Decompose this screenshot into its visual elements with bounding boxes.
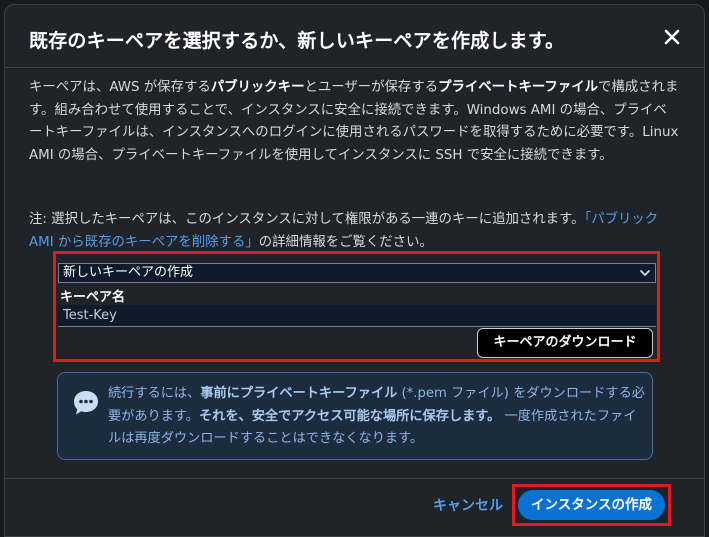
dialog-header: 既存のキーペアを選択するか、新しいキーペアを作成します。 [5,5,704,68]
close-icon [664,29,680,45]
dialog-title: 既存のキーペアを選択するか、新しいキーペアを作成します。 [29,30,565,52]
highlight-frame-primary: インスタンスの作成 [512,484,671,526]
note-paragraph: 注: 選択したキーペアは、このインスタンスに対して権限がある一連のキーに追加され… [29,209,679,254]
info-alert: 続行するには、事前にプライベートキーファイル (*.pem ファイル) をダウン… [57,372,653,460]
intro-paragraph: キーペアは、AWS が保存するパブリックキーとユーザーが保存するプライベートキー… [29,77,679,167]
key-pair-dialog: 既存のキーペアを選択するか、新しいキーペアを作成します。 キーペアは、AWS が… [4,4,705,537]
intro-text-1: キーペアは、AWS が保存する [29,80,211,95]
intro-text-2: とユーザーが保存する [304,80,439,95]
cancel-button[interactable]: キャンセル [433,495,503,515]
chevron-down-icon [640,270,650,277]
footer-divider [5,478,704,479]
note-text-1: 注: 選択したキーペアは、このインスタンスに対して権限がある一連のキーに追加され… [29,212,585,227]
alert-text-1: 続行するには、 [108,386,201,401]
intro-bold-public-key: パブリックキー [210,80,305,95]
download-key-pair-button[interactable]: キーペアのダウンロード [477,328,653,358]
key-pair-name-label: キーペア名 [60,290,126,305]
alert-bold-2: それを、安全でアクセス可能な場所に保存します。 [199,408,501,424]
key-pair-select[interactable]: 新しいキーペアの作成 [58,263,656,283]
info-chat-icon [74,391,98,415]
key-pair-name-input[interactable]: Test-Key [58,305,656,327]
key-pair-form: 新しいキーペアの作成 キーペア名 Test-Key キーペアのダウンロード [53,251,660,365]
intro-bold-private-key: プライベートキーファイル [438,80,598,95]
key-pair-name-value: Test-Key [63,308,117,323]
close-button[interactable] [662,27,682,47]
info-alert-text: 続行するには、事前にプライベートキーファイル (*.pem ファイル) をダウン… [108,383,648,451]
note-text-2: の詳細情報をご覧ください。 [258,234,433,250]
create-instance-button[interactable]: インスタンスの作成 [518,490,665,520]
alert-bold-1: 事前にプライベートキーファイル [200,386,398,401]
key-pair-select-value: 新しいキーペアの作成 [63,265,194,280]
